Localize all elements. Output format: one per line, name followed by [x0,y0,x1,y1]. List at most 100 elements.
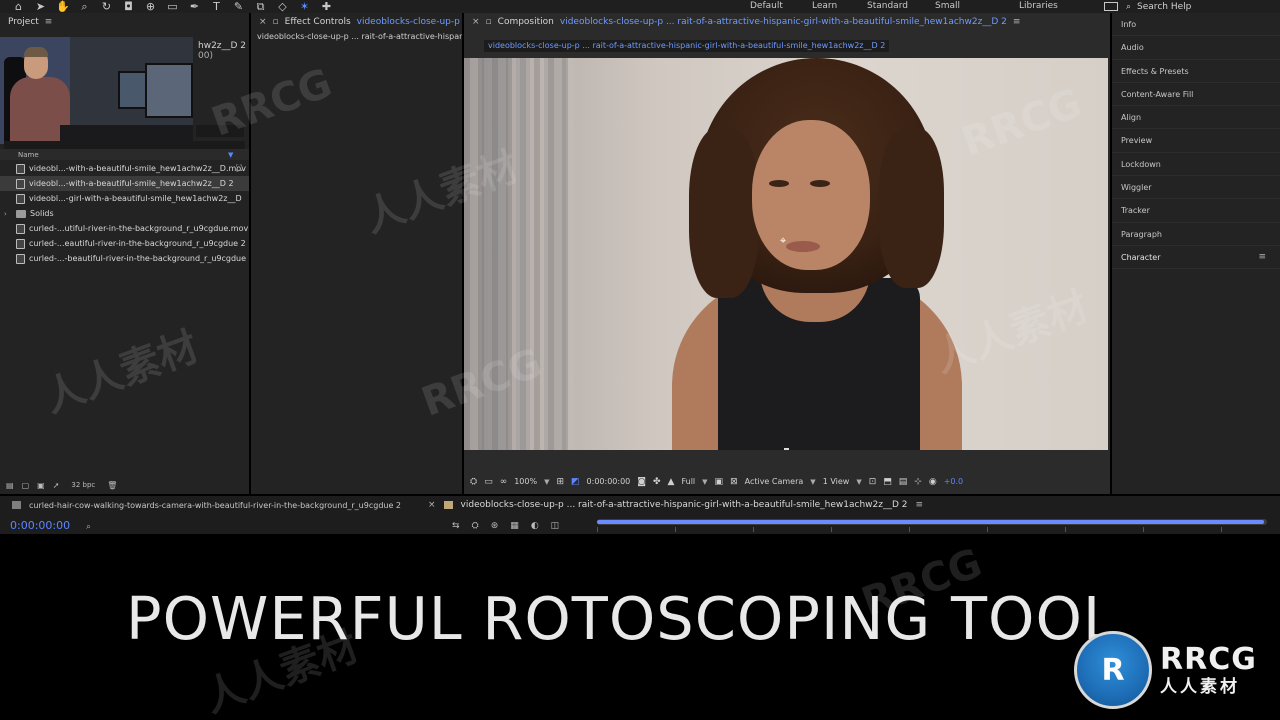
panel-paragraph[interactable]: Paragraph [1112,223,1280,246]
zoom-dropdown[interactable]: 100% [514,477,537,486]
layer-handle[interactable] [784,448,789,450]
color-channel-icon[interactable]: ▲ [668,477,675,487]
chevron-down-icon[interactable]: ▼ [544,478,549,486]
timeline-tab-videoblocks[interactable]: × videoblocks-close-up-p ... rait-of-a-a… [428,500,923,510]
render-queue-icon[interactable]: ➚ [53,481,60,490]
project-item[interactable]: curled-...eautiful-river-in-the-backgrou… [0,236,249,251]
grid-icon[interactable]: ⊞ [556,477,564,487]
panel-menu-icon[interactable]: ≡ [1258,246,1266,269]
panel-align[interactable]: Align [1112,106,1280,130]
effect-controls-tab[interactable]: × ▫ Effect Controls videoblocks-close-up… [251,13,462,30]
pen-icon[interactable]: ✒ [188,1,201,12]
mask-visibility-icon[interactable]: ◩ [571,477,580,487]
views-dropdown[interactable]: 1 View [823,477,850,486]
color-icon[interactable]: ✤ [653,477,661,487]
exposure-icon[interactable]: ◉ [929,477,937,487]
motion-blur-icon[interactable]: ◐ [531,521,539,531]
zoom-icon[interactable]: ⌕ [78,1,91,12]
workspace-default[interactable]: Default [750,0,783,13]
display-icon[interactable]: ▭ [484,477,493,487]
panel-content-aware-fill[interactable]: Content-Aware Fill [1112,83,1280,107]
resolution-dropdown[interactable]: Full [681,477,695,486]
project-item-folder[interactable]: › Solids [0,206,249,221]
time-ruler[interactable] [597,527,1267,532]
timeline-current-time[interactable]: 0:00:00:00 [10,519,70,532]
chevron-down-icon[interactable]: ▼ [856,478,861,486]
panel-character[interactable]: Character ≡ [1112,246,1280,270]
goggles-icon[interactable]: ∞ [500,477,508,487]
flowchart-icon[interactable]: ⊹ [914,477,922,487]
panel-tracker[interactable]: Tracker [1112,199,1280,223]
close-icon[interactable]: × [428,500,436,510]
brush-icon[interactable]: ✎ [232,1,245,12]
project-item[interactable]: videobl...-with-a-beautiful-smile_hew1ac… [0,161,249,176]
eraser-icon[interactable]: ◇ [276,1,289,12]
current-timecode[interactable]: 0:00:00:00 [587,477,631,486]
twirl-icon[interactable]: › [4,210,7,218]
region-icon[interactable]: ▣ [715,477,724,487]
panel-info[interactable]: Info [1112,13,1280,37]
chevron-down-icon[interactable]: ▼ [810,478,815,486]
timeline-tab-curled[interactable]: curled-hair-cow-walking-towards-camera-w… [0,501,401,510]
lock-icon[interactable]: ▫ [486,17,492,27]
comp-mini-flowchart-icon[interactable]: ⇆ [452,521,460,531]
toggle-pixel-icon[interactable]: ⊡ [869,477,877,487]
new-folder-icon[interactable]: ▢ [22,481,30,490]
chevron-down-icon[interactable]: ▼ [702,478,707,486]
project-item[interactable]: curled-...-beautiful-river-in-the-backgr… [0,251,249,266]
lock-icon[interactable]: ▫ [273,17,279,27]
stamp-icon[interactable]: ⧉ [254,1,267,12]
graph-editor-icon[interactable]: ◫ [551,521,560,531]
panel-menu-icon[interactable]: ≡ [1013,17,1021,27]
rotate-icon[interactable]: ↻ [100,1,113,12]
panel-audio[interactable]: Audio [1112,36,1280,60]
panel-lockdown[interactable]: Lockdown [1112,153,1280,177]
name-column-header[interactable]: Name ▼ [0,149,249,160]
rect-icon[interactable]: ▭ [166,1,179,12]
project-item[interactable]: curled-...utiful-river-in-the-background… [0,221,249,236]
timeline-icon[interactable]: ▤ [899,477,908,487]
camera-dropdown[interactable]: Active Camera [745,477,804,486]
type-icon[interactable]: T [210,1,223,12]
composition-viewer[interactable]: ⌖ [464,58,1108,450]
bit-depth-button[interactable]: 32 bpc [71,481,95,489]
frame-blend-icon[interactable]: ▦ [510,521,519,531]
search-help[interactable]: ⌕ Search Help [1126,2,1191,12]
arrow-icon[interactable]: ➤ [34,1,47,12]
reset-exposure-icon[interactable]: ⬒ [883,477,892,487]
work-area-bar[interactable] [597,519,1267,525]
close-icon[interactable]: × [472,17,480,27]
sort-arrow-icon[interactable]: ▼ [228,151,233,159]
panel-preview[interactable]: Preview [1112,129,1280,153]
project-item[interactable]: videobl...-girl-with-a-beautiful-smile_h… [0,191,249,206]
panel-menu-icon[interactable]: ≡ [45,17,53,27]
project-tab[interactable]: Project ≡ [0,13,249,30]
timeline-search-icon[interactable]: ⌕ [86,522,91,532]
composition-breadcrumb[interactable]: videoblocks-close-up-p ... rait-of-a-att… [484,40,890,52]
shy-icon[interactable]: ⊛ [491,521,499,531]
workspace-menu-icon[interactable] [1104,2,1118,11]
anchor-icon[interactable]: ⊕ [144,1,157,12]
workspace-libraries[interactable]: Libraries [1019,0,1058,13]
anchor-point-icon[interactable]: ⌖ [780,234,786,248]
hand-icon[interactable]: ✋ [56,1,70,12]
workspace-learn[interactable]: Learn [812,0,837,13]
transparency-grid-icon[interactable]: ⊠ [730,477,738,487]
composition-tab[interactable]: × ▫ Composition videoblocks-close-up-p .… [464,13,1110,30]
draft-3d-icon[interactable]: ⛭ [472,521,479,531]
roto-brush-icon[interactable]: ✶ [298,1,311,12]
panel-menu-icon[interactable]: ≡ [916,500,924,510]
puppet-icon[interactable]: ✚ [320,1,333,12]
panel-effects-presets[interactable]: Effects & Presets [1112,60,1280,83]
close-icon[interactable]: × [259,17,267,27]
new-comp-icon[interactable]: ▣ [37,481,45,490]
workspace-standard[interactable]: Standard [867,0,908,13]
exposure-value[interactable]: +0.0 [944,477,963,486]
snapshot-settings-icon[interactable]: ⛭ [470,477,477,487]
camera-icon[interactable]: ◘ [122,1,135,12]
snapshot-icon[interactable]: ◙ [637,477,646,487]
panel-wiggler[interactable]: Wiggler [1112,176,1280,200]
project-item-selected[interactable]: videobl...-with-a-beautiful-smile_hew1ac… [0,176,249,191]
trash-icon[interactable]: 🗑 [107,481,117,490]
home-icon[interactable]: ⌂ [12,1,25,12]
